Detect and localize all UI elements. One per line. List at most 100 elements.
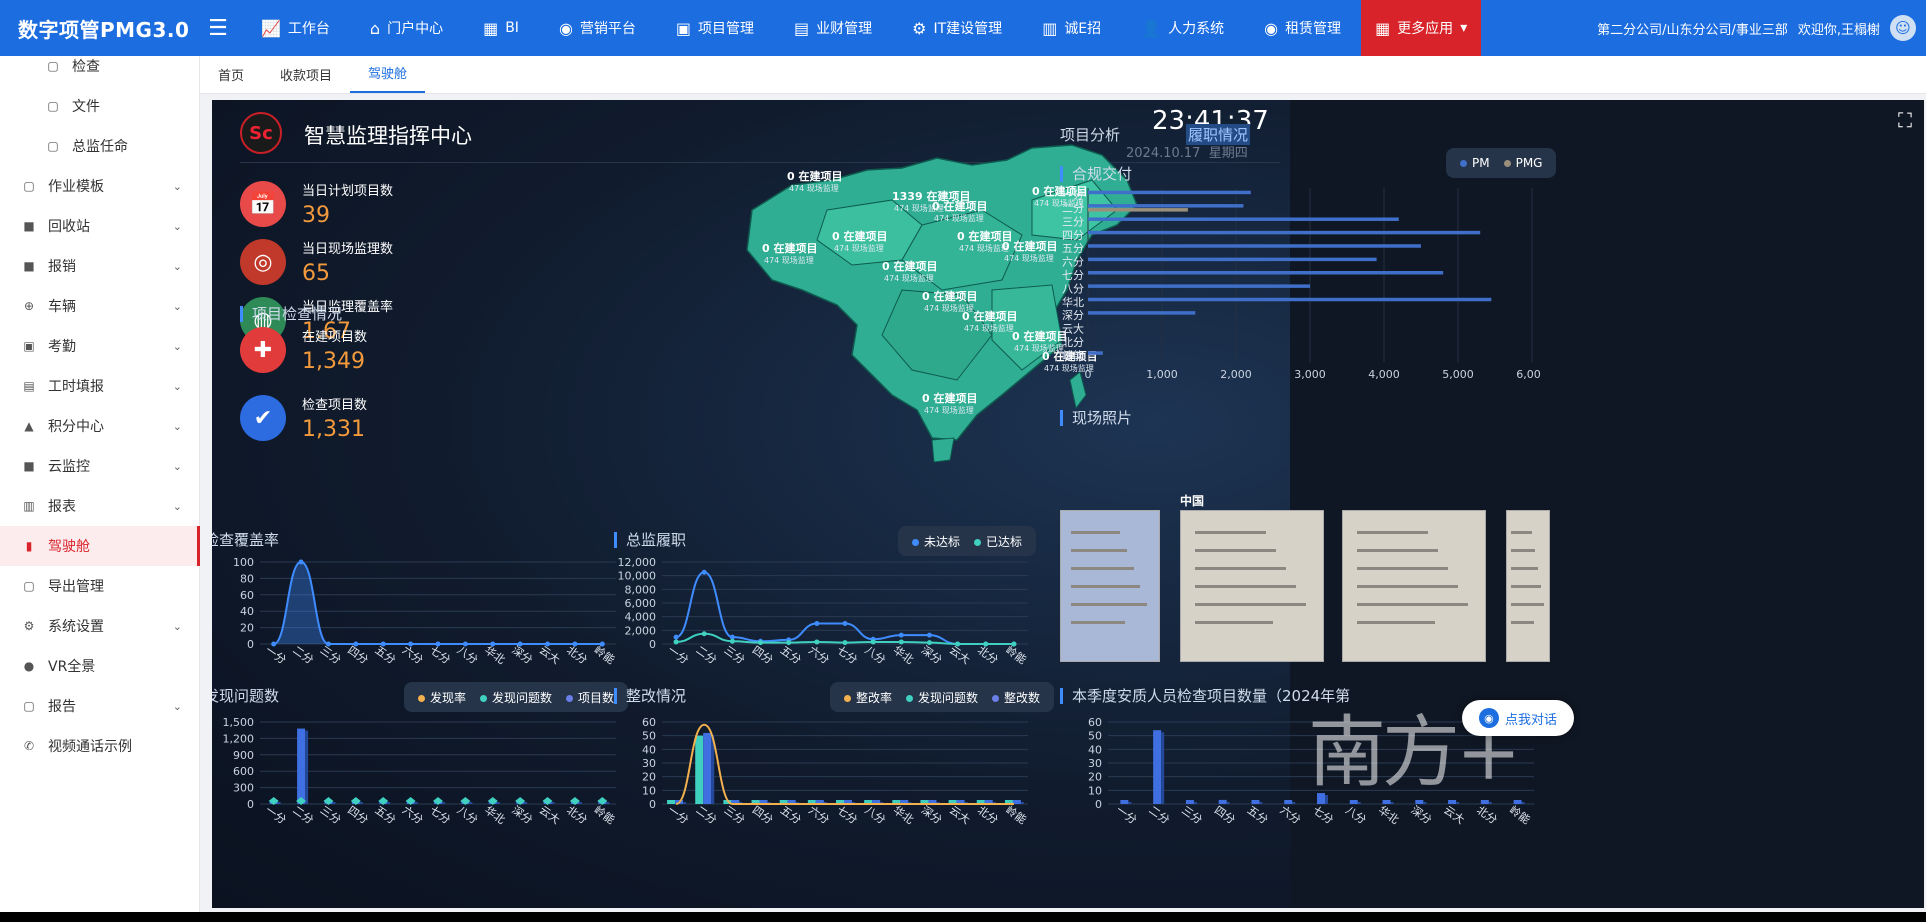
bar[interactable]	[1153, 730, 1162, 804]
nav-item[interactable]: 📈 工作台	[241, 0, 350, 56]
data-point[interactable]	[814, 639, 820, 645]
bar[interactable]	[1088, 217, 1399, 221]
tab-item[interactable]: 收款项目	[262, 55, 350, 93]
data-point[interactable]	[271, 641, 277, 647]
coverage-chart[interactable]: 020406080100一分 二分 三分 四分 五分 六分 七分 八分 华北 深分 云大 北分 岭能	[212, 550, 622, 670]
data-point[interactable]	[701, 569, 707, 575]
tab-performance[interactable]: 履职情况	[1186, 124, 1251, 145]
data-point[interactable]	[673, 639, 679, 645]
sidebar-item[interactable]: ▲ 积分中心 ⌄	[0, 406, 200, 446]
data-point[interactable]	[572, 641, 578, 647]
data-point[interactable]	[325, 641, 331, 647]
bar[interactable]	[1088, 297, 1492, 302]
bar[interactable]	[1218, 799, 1227, 804]
data-point[interactable]	[955, 641, 961, 647]
issues-legend[interactable]: 发现率 发现问题数 项目数	[404, 682, 629, 712]
fullscreen-icon[interactable]: ⛶	[1898, 108, 1912, 132]
data-point[interactable]	[545, 641, 551, 647]
sidebar-item[interactable]: ■ 云监控 ⌄	[0, 446, 200, 486]
sidebar-item[interactable]: ● VR全景	[0, 646, 200, 686]
data-point[interactable]	[462, 641, 468, 647]
tab-item[interactable]: 驾驶舱	[350, 55, 426, 93]
data-point[interactable]	[701, 631, 707, 637]
tab-item[interactable]: 首页	[200, 55, 262, 93]
data-point[interactable]	[898, 639, 904, 645]
sidebar-item[interactable]: ▢ 文件	[0, 86, 200, 126]
data-point[interactable]	[758, 640, 764, 646]
menu-toggle-icon[interactable]: ☰	[195, 16, 241, 41]
more-apps-button[interactable]: ▦ 更多应用 ▾	[1361, 0, 1482, 56]
compliance-chart[interactable]: 0 1,000 2,000 3,000 4,000 5,000 6,000 一分二分三分四分五…	[1060, 172, 1540, 392]
data-point[interactable]	[673, 634, 679, 640]
legend-item[interactable]: 整改率	[844, 689, 892, 706]
data-point[interactable]	[1011, 641, 1017, 647]
nav-item[interactable]: 👤 人力系统	[1121, 0, 1244, 56]
bar[interactable]	[1088, 284, 1310, 288]
legend-item[interactable]: 发现问题数	[906, 689, 978, 706]
issues-chart[interactable]: 0 300 600 900 1,200 1,500 一分 二分 三分 四分 五分 六分 七分 八分 华北 深分…	[212, 710, 622, 830]
sidebar-item[interactable]: ▣ 考勤 ⌄	[0, 326, 200, 366]
sidebar-item[interactable]: ▢ 检查	[0, 46, 200, 86]
data-point[interactable]	[599, 641, 605, 647]
bar[interactable]	[1012, 800, 1021, 804]
data-point[interactable]	[517, 641, 523, 647]
data-point[interactable]	[729, 638, 735, 644]
bar[interactable]	[703, 732, 712, 804]
site-photo[interactable]	[1342, 510, 1486, 662]
nav-item[interactable]: ▤ 业财管理	[774, 0, 892, 56]
legend-item[interactable]: 整改数	[992, 689, 1040, 706]
data-point[interactable]	[870, 639, 876, 645]
bar[interactable]	[1088, 244, 1421, 248]
legend-item[interactable]: 未达标	[912, 533, 960, 550]
sidebar-item[interactable]: ▤ 工时填报 ⌄	[0, 366, 200, 406]
bar[interactable]	[1088, 208, 1188, 212]
site-photo[interactable]	[1180, 510, 1324, 662]
sidebar-item[interactable]: ✆ 视频通话示例	[0, 726, 200, 766]
rectify-chart[interactable]: 0102030405060 一分 二分 三分 四分 五分 六分 七分 八分 华北 深分 云大 北分 岭能	[614, 710, 1034, 830]
bar[interactable]	[1088, 204, 1244, 208]
bar[interactable]	[1120, 800, 1129, 804]
sidebar-item[interactable]: ▥ 报表 ⌄	[0, 486, 200, 526]
sidebar-item[interactable]: ▢ 报告 ⌄	[0, 686, 200, 726]
chat-button[interactable]: ◉ 点我对话	[1462, 700, 1574, 736]
sidebar-item[interactable]: ■ 回收站 ⌄	[0, 206, 200, 246]
sidebar-item[interactable]: ▢ 导出管理	[0, 566, 200, 606]
bar[interactable]	[1088, 190, 1251, 195]
bar[interactable]	[667, 800, 676, 804]
legend-item[interactable]: 发现问题数	[480, 689, 552, 706]
tab-project-analysis[interactable]: 项目分析	[1060, 124, 1120, 145]
brand-title[interactable]: 数字项管PMG3.0	[0, 14, 195, 43]
sidebar-item[interactable]: ⚙ 系统设置 ⌄	[0, 606, 200, 646]
bar[interactable]	[695, 735, 704, 804]
legend-item[interactable]: 项目数	[566, 689, 614, 706]
data-point[interactable]	[408, 641, 414, 647]
data-point[interactable]	[842, 640, 848, 646]
data-point[interactable]	[298, 559, 304, 565]
sidebar-item[interactable]: ⊕ 车辆 ⌄	[0, 286, 200, 326]
bar[interactable]	[1088, 311, 1196, 315]
data-point[interactable]	[983, 641, 989, 647]
sidebar-item[interactable]: ▢ 总监任命	[0, 126, 200, 166]
data-point[interactable]	[380, 641, 386, 647]
data-point[interactable]	[898, 632, 904, 638]
avatar[interactable]: ☺	[1890, 15, 1916, 41]
data-point[interactable]	[842, 621, 848, 626]
total-chart[interactable]: 02,0004,0006,0008,00010,00012,000 一分 二分 三分四…	[614, 550, 1034, 670]
sidebar-item[interactable]: ▢ 作业模板 ⌄	[0, 166, 200, 206]
nav-item[interactable]: ◉ 租赁管理	[1244, 0, 1361, 56]
nav-item[interactable]: ▥ 诚E招	[1022, 0, 1121, 56]
nav-item[interactable]: ⚙ IT建设管理	[892, 0, 1022, 56]
nav-item[interactable]: ▦ BI	[463, 0, 539, 56]
data-point[interactable]	[786, 640, 792, 646]
bar[interactable]	[1251, 800, 1260, 804]
site-photo[interactable]	[1506, 510, 1550, 662]
legend-item[interactable]: PMG	[1503, 156, 1542, 170]
data-point[interactable]	[926, 632, 932, 638]
bar[interactable]	[1088, 271, 1444, 275]
legend-item[interactable]: PM	[1460, 156, 1490, 170]
rectify-legend[interactable]: 整改率 发现问题数 整改数	[830, 682, 1055, 712]
bar[interactable]	[1185, 800, 1194, 804]
sidebar-item[interactable]: ▮ 驾驶舱	[0, 526, 200, 566]
bar[interactable]	[297, 728, 306, 804]
bar[interactable]	[1284, 800, 1293, 804]
